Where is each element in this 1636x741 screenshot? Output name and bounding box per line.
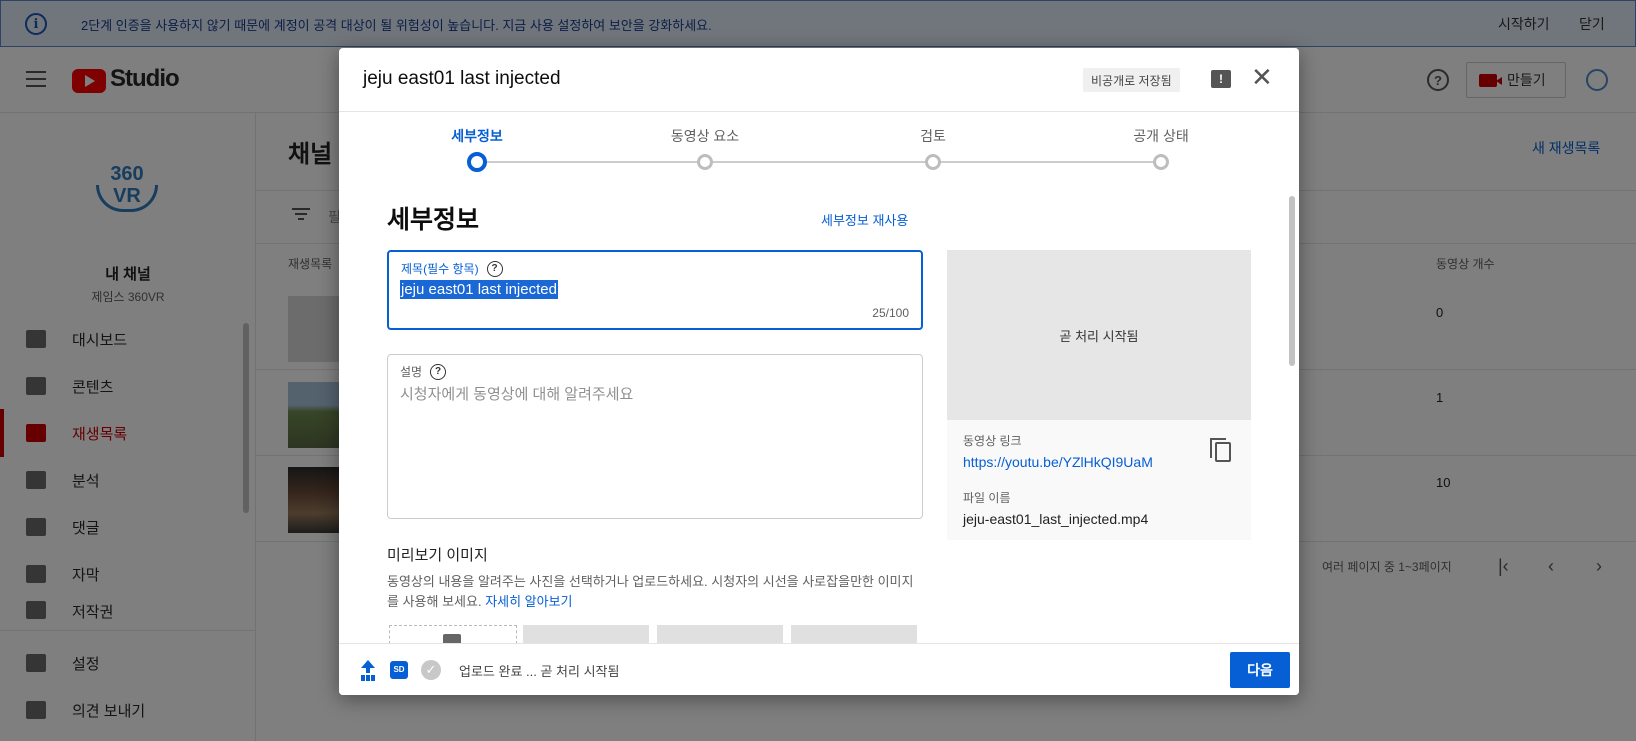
description-field[interactable]: 설명 ? 시청자에게 동영상에 대해 알려주세요 xyxy=(387,354,923,519)
thumbnail-desc-text: 동영상의 내용을 알려주는 사진을 선택하거나 업로드하세요. 시청자의 시선을… xyxy=(387,574,914,609)
section-title: 세부정보 xyxy=(387,206,480,234)
title-field[interactable]: 제목(필수 항목) ? jeju east01 last injected 25… xyxy=(387,250,923,330)
help-icon[interactable]: ? xyxy=(486,260,503,277)
video-link[interactable]: https://youtu.be/YZlHkQI9UaM xyxy=(963,454,1153,470)
step-video-elements[interactable]: 동영상 요소 xyxy=(671,126,739,146)
title-field-label: 제목(필수 항목) ? xyxy=(401,260,503,277)
saved-status-badge: 비공개로 저장됨 xyxy=(1083,68,1180,92)
dialog-header: jeju east01 last injected 비공개로 저장됨 ! ✕ xyxy=(339,48,1299,112)
video-preview: 곧 처리 시작됨 xyxy=(947,250,1251,420)
dialog-footer: SD ✓ 업로드 완료 ... 곧 처리 시작됨 다음 xyxy=(339,643,1299,695)
description-input[interactable]: 시청자에게 동영상에 대해 알려주세요 xyxy=(400,383,633,404)
char-counter: 25/100 xyxy=(872,306,909,320)
description-field-label: 설명 ? xyxy=(400,363,447,380)
step-dot-details[interactable] xyxy=(467,152,487,172)
stepper-track xyxy=(476,161,1159,163)
upload-status: 업로드 완료 ... 곧 처리 시작됨 xyxy=(459,664,620,679)
description-label-text: 설명 xyxy=(400,365,423,379)
report-issue-icon[interactable]: ! xyxy=(1211,70,1231,88)
video-preview-card: 곧 처리 시작됨 동영상 링크 https://youtu.be/YZlHkQI… xyxy=(947,250,1251,540)
next-button[interactable]: 다음 xyxy=(1230,652,1290,688)
help-icon[interactable]: ? xyxy=(430,363,447,380)
processing-status: 곧 처리 시작됨 xyxy=(1059,328,1139,344)
file-name: jeju-east01_last_injected.mp4 xyxy=(963,511,1149,527)
check-circle-icon: ✓ xyxy=(421,660,441,680)
step-dot-video-elements[interactable] xyxy=(697,154,713,170)
step-dot-checks[interactable] xyxy=(925,154,941,170)
dialog-title: jeju east01 last injected xyxy=(363,68,561,89)
video-link-label: 동영상 링크 xyxy=(963,434,1022,448)
step-visibility[interactable]: 공개 상태 xyxy=(1133,126,1188,146)
thumbnail-description: 동영상의 내용을 알려주는 사진을 선택하거나 업로드하세요. 시청자의 시선을… xyxy=(387,572,923,612)
close-icon[interactable]: ✕ xyxy=(1251,64,1273,90)
step-details[interactable]: 세부정보 xyxy=(451,126,503,146)
learn-more-link[interactable]: 자세히 알아보기 xyxy=(485,594,572,609)
upload-icon xyxy=(361,660,375,678)
step-checks[interactable]: 검토 xyxy=(920,126,946,146)
copy-icon[interactable] xyxy=(1210,438,1231,462)
title-label-text: 제목(필수 항목) xyxy=(401,262,479,276)
file-name-label: 파일 이름 xyxy=(963,491,1011,505)
thumbnail-heading: 미리보기 이미지 xyxy=(387,547,488,564)
upload-dialog: jeju east01 last injected 비공개로 저장됨 ! ✕ 세… xyxy=(339,48,1299,695)
dialog-scrollbar[interactable] xyxy=(1289,196,1295,366)
step-dot-visibility[interactable] xyxy=(1153,154,1169,170)
title-input[interactable]: jeju east01 last injected xyxy=(400,280,558,299)
hd-badge-icon: SD xyxy=(390,661,408,679)
reuse-details-link[interactable]: 세부정보 재사용 xyxy=(821,210,908,229)
